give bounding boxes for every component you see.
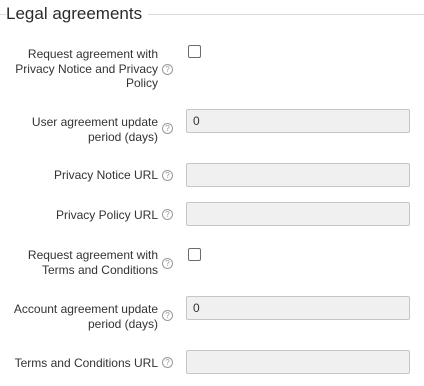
help-icon[interactable]: ? [162, 258, 173, 269]
account-update-period-input[interactable]: 0 [186, 296, 410, 320]
request-terms-label: Request agreement with Terms and Conditi… [27, 248, 158, 277]
request-privacy-checkbox[interactable] [188, 45, 201, 58]
account-update-period-label: Account agreement update period (days) [13, 302, 158, 331]
section-title: Legal agreements [6, 2, 149, 26]
user-update-period-input[interactable]: 0 [186, 109, 410, 133]
terms-url-label: Terms and Conditions URL [14, 356, 158, 370]
privacy-policy-url-label: Privacy Policy URL [55, 208, 158, 222]
user-update-period-label: User agreement update period (days) [31, 115, 158, 144]
help-icon[interactable]: ? [162, 170, 173, 181]
help-icon[interactable]: ? [162, 64, 173, 75]
help-icon[interactable]: ? [162, 209, 173, 220]
help-icon[interactable]: ? [162, 123, 173, 134]
help-icon[interactable]: ? [162, 310, 173, 321]
request-privacy-label: Request agreement with Privacy Notice an… [15, 47, 158, 90]
privacy-policy-url-input[interactable] [186, 202, 410, 226]
terms-url-input[interactable] [186, 350, 410, 374]
privacy-notice-url-label: Privacy Notice URL [53, 168, 158, 182]
help-icon[interactable]: ? [162, 357, 173, 368]
privacy-notice-url-input[interactable] [186, 163, 410, 187]
request-terms-checkbox[interactable] [188, 248, 201, 261]
